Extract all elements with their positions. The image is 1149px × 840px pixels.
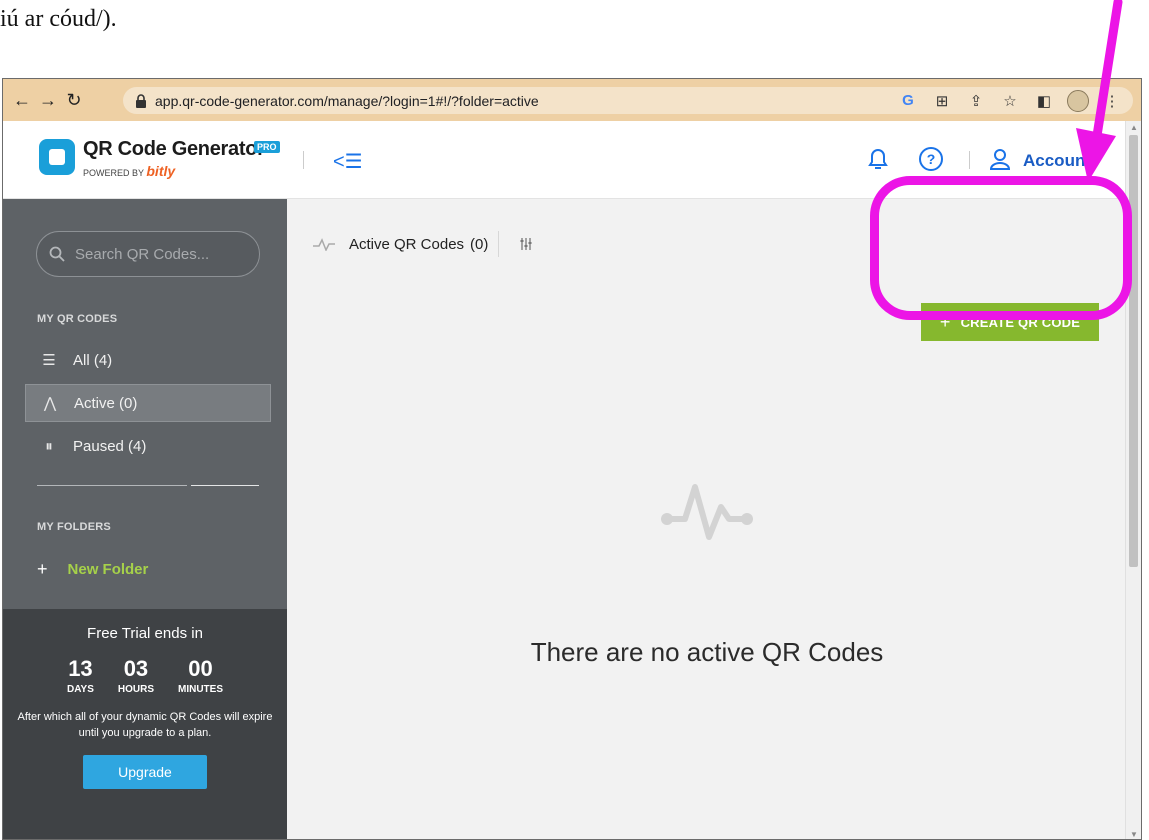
list-icon: ☰ <box>42 352 56 369</box>
countdown-unit: HOURS <box>117 684 154 695</box>
collapse-sidebar-icon[interactable]: <☰ <box>333 149 363 174</box>
create-button-label: CREATE QR CODE <box>960 314 1081 330</box>
side-panel-icon[interactable]: ◧ <box>1033 90 1055 112</box>
my-folders-heading: MY FOLDERS <box>37 521 111 533</box>
my-qr-codes-heading: MY QR CODES <box>37 313 118 325</box>
address-bar[interactable]: app.qr-code-generator.com/manage/?login=… <box>123 87 1133 114</box>
main-toolbar: Active QR Codes (0) <box>313 231 533 257</box>
countdown-unit: DAYS <box>67 684 94 695</box>
header-divider-2 <box>969 151 970 169</box>
google-icon[interactable]: G <box>897 90 919 112</box>
countdown-value: 00 <box>188 656 213 681</box>
upgrade-button[interactable]: Upgrade <box>83 755 207 789</box>
free-trial-panel: Free Trial ends in 13 DAYS 03 HOURS 00 M… <box>3 609 287 839</box>
create-qr-code-button[interactable]: + CREATE QR CODE <box>921 303 1099 341</box>
menu-kebab-icon[interactable]: ⋮ <box>1101 90 1123 112</box>
page-caption: iú ar cóud/). <box>0 6 117 32</box>
profile-avatar[interactable] <box>1067 89 1089 112</box>
countdown-days: 13 DAYS <box>67 656 94 695</box>
trial-title: Free Trial ends in <box>87 625 203 642</box>
browser-window: ← → ↻ app.qr-code-generator.com/manage/?… <box>2 78 1142 840</box>
bookmark-star-icon[interactable]: ☆ <box>999 90 1021 112</box>
help-icon[interactable]: ? <box>919 147 943 171</box>
pulse-icon: ⋀ <box>43 395 57 412</box>
plus-icon: + <box>939 311 951 332</box>
sidebar-item-label: All (4) <box>73 351 113 369</box>
sidebar-item-paused[interactable]: ⏸ Paused (4) <box>25 427 271 465</box>
share-icon[interactable]: ⇪ <box>965 90 987 112</box>
new-folder-label: New Folder <box>67 561 149 578</box>
scroll-thumb[interactable] <box>1129 135 1138 567</box>
qr-logo-icon[interactable] <box>39 139 75 175</box>
search-box[interactable] <box>36 231 260 277</box>
countdown-unit: MINUTES <box>178 684 223 695</box>
new-folder-link[interactable]: + New Folder <box>37 559 148 580</box>
browser-toolbar: ← → ↻ app.qr-code-generator.com/manage/?… <box>3 79 1141 121</box>
trial-note: After which all of your dynamic QR Codes… <box>17 711 273 739</box>
translate-icon[interactable]: ⊞ <box>931 90 953 112</box>
countdown-hours: 03 HOURS <box>118 656 154 695</box>
sidebar-item-label: Paused (4) <box>73 437 147 455</box>
reload-icon[interactable]: ↻ <box>61 87 87 113</box>
filter-sliders-icon[interactable] <box>519 237 533 251</box>
search-icon <box>49 246 65 262</box>
lock-icon <box>136 93 146 108</box>
forward-arrow-icon[interactable]: → <box>35 87 61 113</box>
empty-state-message: There are no active QR Codes <box>530 637 884 667</box>
plus-icon: + <box>37 559 48 579</box>
sidebar-item-label: Active (0) <box>74 394 138 412</box>
sidebar-item-all[interactable]: ☰ All (4) <box>25 341 271 379</box>
account-link[interactable]: Account <box>1023 151 1091 171</box>
bitly-logo: bitly <box>146 163 176 179</box>
bell-icon[interactable] <box>867 147 889 171</box>
powered-by-text: POWERED BY <box>83 168 144 178</box>
app-header: QR Code Generator PRO POWERED BY bitly <… <box>3 121 1141 199</box>
sidebar-divider <box>37 485 187 486</box>
countdown-minutes: 00 MINUTES <box>178 656 223 695</box>
search-input[interactable] <box>75 245 245 263</box>
main-content: Active QR Codes (0) + CREATE QR CODE The… <box>287 199 1127 839</box>
sidebar-divider-highlight <box>191 485 259 486</box>
page-scrollbar[interactable]: ▲ ▼ <box>1125 121 1141 839</box>
scroll-down-arrow-icon[interactable]: ▼ <box>1130 830 1138 839</box>
countdown-value: 03 <box>123 656 149 681</box>
pulse-icon <box>313 238 335 251</box>
logo-title[interactable]: QR Code Generator <box>83 138 265 161</box>
page-title: Active QR Codes <box>349 235 465 253</box>
trial-countdown: 13 DAYS 03 HOURS 00 MINUTES <box>3 656 287 695</box>
pulse-empty-icon <box>661 484 753 540</box>
back-arrow-icon[interactable]: ← <box>9 87 35 113</box>
user-icon[interactable] <box>989 147 1011 171</box>
sidebar: MY QR CODES ☰ All (4) ⋀ Active (0) ⏸ Pau… <box>3 199 287 839</box>
url-text: app.qr-code-generator.com/manage/?login=… <box>155 92 539 109</box>
pro-badge: PRO <box>254 141 280 153</box>
sidebar-item-active[interactable]: ⋀ Active (0) <box>25 384 271 422</box>
countdown-value: 13 <box>68 656 93 681</box>
toolbar-divider <box>498 231 500 257</box>
header-divider <box>303 151 304 169</box>
powered-by-label: POWERED BY bitly <box>83 163 175 179</box>
active-count: (0) <box>470 235 489 253</box>
pause-icon: ⏸ <box>45 437 53 455</box>
scroll-up-arrow-icon[interactable]: ▲ <box>1130 123 1138 132</box>
